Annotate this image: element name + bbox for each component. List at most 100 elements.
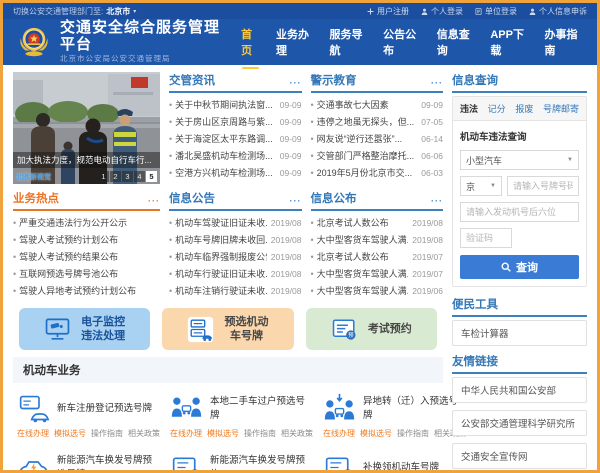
carousel-page-4[interactable]: 4 — [134, 171, 145, 182]
news-item[interactable]: • 机动车注销行驶证未收... 2019/08 — [169, 282, 302, 299]
vb-plate-replacement[interactable]: 补 补换领机动车号牌 — [323, 451, 466, 470]
query-button[interactable]: 查询 — [460, 255, 579, 279]
vb-local-usedcar-transfer[interactable]: 本地二手车过户预选号牌 在线办理 模拟选号 操作指南 相关政策 — [170, 392, 313, 439]
more-link[interactable]: ··· — [148, 197, 160, 206]
tab-scrap[interactable]: 报废 — [515, 102, 533, 115]
nav-business[interactable]: 业务办理 — [275, 22, 315, 62]
link-guide[interactable]: 操作指南 — [397, 428, 429, 439]
more-link[interactable]: ··· — [290, 79, 302, 88]
news-item[interactable]: • 2019年5月份北京市交... 06-03 — [311, 164, 444, 181]
region-value: 北京市 — [106, 6, 131, 16]
unit-login-link[interactable]: 单位登录 — [475, 6, 517, 17]
card-exam-appointment[interactable]: 预 考试预约 — [305, 308, 437, 350]
nav-announcements[interactable]: 公告公布 — [382, 22, 422, 62]
card-label: 考试预约 — [367, 322, 412, 335]
nav-home[interactable]: 首页 — [240, 22, 261, 69]
link-online-apply[interactable]: 在线办理 — [170, 428, 202, 439]
card-electronic-monitoring[interactable]: 电子监控 违法处理 — [19, 308, 151, 350]
news-item[interactable]: • 大中型客货车驾驶人满... 2019/06 — [311, 282, 444, 299]
news-item[interactable]: • 驾驶人异地考试预约计划公布 — [13, 282, 160, 299]
news-item[interactable]: • 关于海淀区太平东路调... 09-09 — [169, 130, 302, 147]
link-online-apply[interactable]: 在线办理 — [17, 428, 49, 439]
news-row-1: 加大执法力度，规范电动自行车行... 北晚新视觉 1 2 3 4 5 交管资讯 … — [13, 72, 443, 184]
more-link[interactable]: ··· — [431, 197, 443, 206]
plate-number-input[interactable] — [507, 176, 579, 196]
plate-prefix-select[interactable]: 京 ▼ — [460, 176, 502, 196]
link-policy[interactable]: 相关政策 — [281, 428, 313, 439]
tab-violation[interactable]: 违法 — [460, 102, 478, 115]
link-online-apply[interactable]: 在线办理 — [323, 428, 355, 439]
news-item[interactable]: • 大中型客货车驾驶人满... 2019/07 — [311, 265, 444, 282]
more-link[interactable]: ··· — [290, 197, 302, 206]
site-title: 交通安全综合服务管理平台 — [60, 19, 221, 53]
news-item[interactable]: • 交通事故七大因素 09-09 — [311, 96, 444, 113]
link-guide[interactable]: 操作指南 — [244, 428, 276, 439]
more-link[interactable]: ··· — [431, 79, 443, 88]
top-utility-bar: 切换公安交通管理部门至: 北京市 ▾ 用户注册 个人登录 单位登录 个人信息申诉 — [3, 3, 597, 19]
news-item[interactable]: • 机动车号牌旧牌未收回... 2019/08 — [169, 231, 302, 248]
plate-exchange-icon: 换 — [172, 457, 198, 470]
personal-login-link[interactable]: 个人登录 — [421, 6, 463, 17]
vb-new-car-register[interactable]: 新车注册登记预选号牌 在线办理 模拟选号 操作指南 相关政策 — [17, 392, 160, 439]
vehicle-business-section: 机动车业务 新车注册登记预选号牌 在线办理 模拟选号 操作指南 相关政策 本地二… — [13, 357, 466, 470]
nav-info-query[interactable]: 信息查询 — [436, 22, 476, 62]
news-item[interactable]: • 北京考试人数公布 2019/07 — [311, 248, 444, 265]
news-item[interactable]: • 关于房山区京周路与紫... 09-09 — [169, 113, 302, 130]
news-item[interactable]: • 空港方兴机动车检测场... 09-09 — [169, 164, 302, 181]
vehicle-business-grid: 新车注册登记预选号牌 在线办理 模拟选号 操作指南 相关政策 本地二手车过户预选… — [13, 383, 466, 470]
person-icon — [421, 8, 428, 15]
main-column: 加大执法力度，规范电动自行车行... 北晚新视觉 1 2 3 4 5 交管资讯 … — [13, 72, 466, 470]
carousel-page-2[interactable]: 2 — [110, 171, 121, 182]
friend-link-traffic-research[interactable]: 公安部交通管理科学研究所 — [452, 410, 587, 436]
section-header: 业务热点 ··· — [13, 190, 160, 211]
vehicle-type-select[interactable]: 小型汽车 ▼ — [460, 150, 579, 170]
link-simulate-pick[interactable]: 模拟选号 — [54, 428, 86, 439]
card-preselect-plate[interactable]: 预选机动 车号牌 — [162, 308, 294, 350]
nav-help-guide[interactable]: 办事指南 — [543, 22, 583, 62]
vb-nonlocal-transfer-in[interactable]: 异地转（迁）入预选号牌 在线办理 模拟选号 操作指南 相关政策 — [323, 392, 466, 439]
link-simulate-pick[interactable]: 模拟选号 — [207, 428, 239, 439]
captcha-input[interactable] — [460, 228, 512, 248]
engine-number-input[interactable] — [460, 202, 579, 222]
friend-link-safety-publicity[interactable]: 交通安全宣传网 — [452, 443, 587, 469]
tool-vehicle-inspection-calculator[interactable]: 车检计算器 — [452, 320, 587, 346]
section-header: 信息公布 ··· — [310, 190, 443, 211]
news-item[interactable]: • 大中型客货车驾驶人满... 2019/08 — [311, 231, 444, 248]
news-item[interactable]: • 违停之地虽无探头，但... 07-05 — [311, 113, 444, 130]
section-header: 警示教育 ··· — [310, 72, 443, 93]
link-simulate-pick[interactable]: 模拟选号 — [360, 428, 392, 439]
friend-link-mps[interactable]: 中华人民共和国公安部 — [452, 377, 587, 403]
region-switcher[interactable]: 切换公安交通管理部门至: 北京市 ▾ — [13, 6, 136, 17]
news-item[interactable]: • 网友说“逆行还嚣张”... 06-14 — [311, 130, 444, 147]
page: 切换公安交通管理部门至: 北京市 ▾ 用户注册 个人登录 单位登录 个人信息申诉 — [0, 0, 600, 473]
section-title: 信息公布 — [310, 193, 357, 205]
people-car-icon — [171, 397, 202, 417]
register-link[interactable]: 用户注册 — [367, 6, 409, 17]
news-item[interactable]: • 机动车临界强制报废公告 2019/08 — [169, 248, 302, 265]
tab-points[interactable]: 记分 — [488, 102, 506, 115]
news-item[interactable]: • 驾驶人考试预约结果公布 — [13, 248, 160, 265]
news-item[interactable]: • 交管部门严格整治摩托... 06-06 — [311, 147, 444, 164]
vb-ev-plate-preselect[interactable]: 新能源汽车换发号牌预选号牌 — [17, 451, 160, 470]
nav-app-download[interactable]: APP下载 — [489, 22, 529, 62]
news-item[interactable]: • 互联网预选号牌号池公布 — [13, 265, 160, 282]
carousel-strip: 北晚新视觉 1 2 3 4 5 — [13, 171, 160, 182]
info-appeal-link[interactable]: 个人信息申诉 — [529, 6, 587, 17]
tab-plate-mail[interactable]: 号牌邮寄 — [543, 102, 579, 115]
news-item[interactable]: • 关于中秋节期间执法窗... 09-09 — [169, 96, 302, 113]
link-policy[interactable]: 相关政策 — [128, 428, 160, 439]
news-item[interactable]: • 机动车驾驶证旧证未收... 2019/08 — [169, 214, 302, 231]
carousel-page-1[interactable]: 1 — [98, 171, 109, 182]
police-emblem-logo — [20, 27, 48, 57]
news-item[interactable]: • 北京考试人数公布 2019/08 — [311, 214, 444, 231]
carousel-page-5[interactable]: 5 — [146, 171, 157, 182]
news-item[interactable]: • 机动车行驶证旧证未收... 2019/08 — [169, 265, 302, 282]
news-item[interactable]: • 严重交通违法行为公开公示 — [13, 214, 160, 231]
link-guide[interactable]: 操作指南 — [91, 428, 123, 439]
news-item[interactable]: • 潘北昊盛机动车检测场... 09-09 — [169, 147, 302, 164]
vb-ev-plate-appointment[interactable]: 换 新能源汽车换发号牌预约 — [170, 451, 313, 470]
carousel-page-3[interactable]: 3 — [122, 171, 133, 182]
hero-carousel[interactable]: 加大执法力度，规范电动自行车行... 北晚新视觉 1 2 3 4 5 — [13, 72, 160, 184]
nav-service-guide[interactable]: 服务导航 — [329, 22, 369, 62]
news-item[interactable]: • 驾驶人考试预约计划公布 — [13, 231, 160, 248]
